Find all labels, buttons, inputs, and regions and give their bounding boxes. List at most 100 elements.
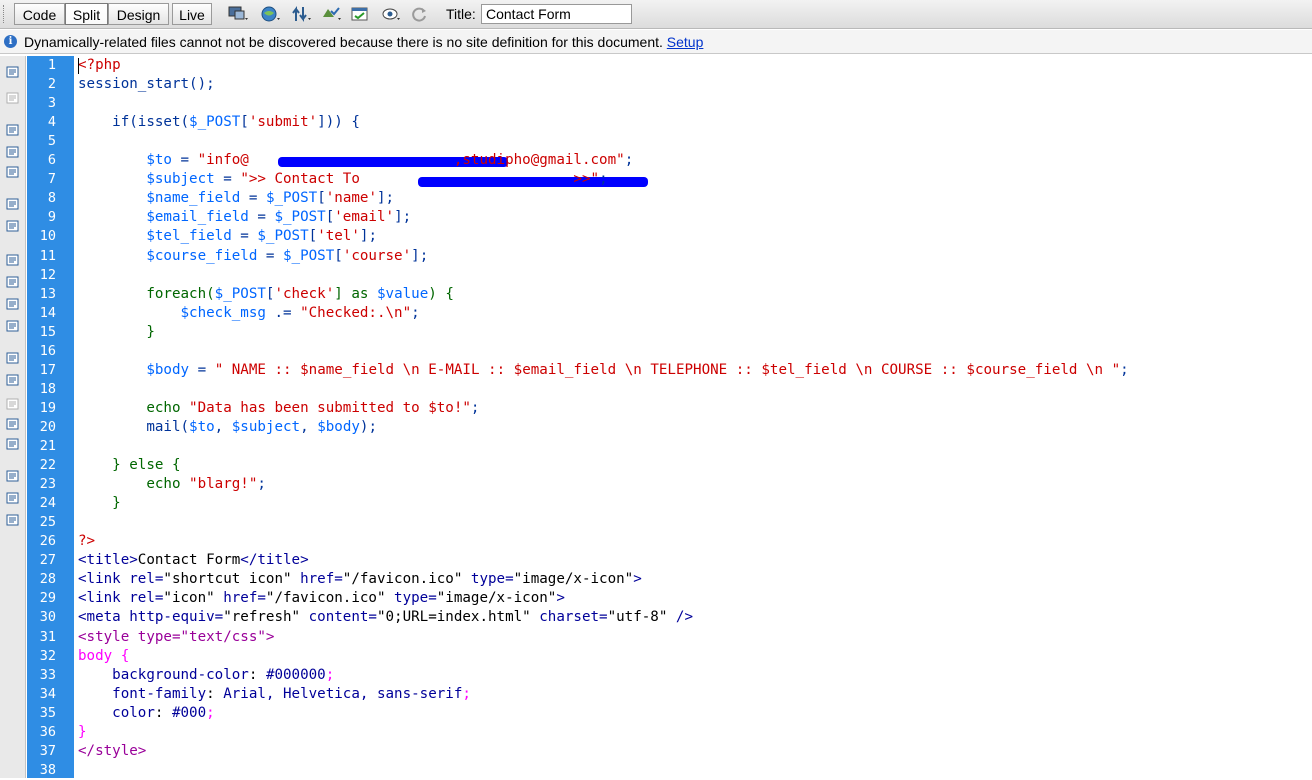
code-line[interactable]: mail($to, $subject, $body); bbox=[78, 418, 377, 437]
code-token: $email_field bbox=[146, 209, 249, 226]
select-parent-tag-icon[interactable] bbox=[5, 196, 21, 212]
code-line[interactable]: $check_msg .= "Checked:.\n"; bbox=[78, 304, 420, 323]
code-line[interactable]: } bbox=[78, 723, 87, 742]
code-line[interactable]: session_start(); bbox=[78, 75, 215, 94]
code-line[interactable]: background-color: #000000; bbox=[78, 666, 334, 685]
highlight-invalid-code-icon[interactable] bbox=[5, 274, 21, 290]
code-line[interactable]: <meta http-equiv="refresh" content="0;UR… bbox=[78, 608, 693, 627]
code-token: <link rel= bbox=[78, 590, 164, 607]
remove-comment-icon[interactable] bbox=[5, 372, 21, 388]
line-number: 23 bbox=[39, 476, 56, 493]
code-line[interactable]: $course_field = $_POST['course']; bbox=[78, 247, 428, 266]
code-token: "Data has been submitted to $to!" bbox=[189, 399, 471, 416]
code-line[interactable]: <link rel="icon" href="/favicon.ico" typ… bbox=[78, 589, 565, 608]
line-number: 31 bbox=[39, 628, 56, 645]
setup-link[interactable]: Setup bbox=[667, 34, 704, 50]
code-line[interactable]: } bbox=[78, 494, 121, 513]
collapse-selection-icon[interactable] bbox=[5, 144, 21, 160]
code-token: > bbox=[265, 628, 275, 645]
code-token: if(isset( bbox=[78, 114, 190, 131]
syntax-coloring-icon[interactable] bbox=[5, 318, 21, 334]
code-line[interactable]: body { bbox=[78, 647, 129, 666]
wrap-tag-icon[interactable] bbox=[5, 396, 21, 412]
code-line[interactable]: if(isset($_POST['submit'])) { bbox=[78, 113, 360, 132]
line-number: 25 bbox=[39, 514, 56, 531]
code-token: body { bbox=[78, 647, 130, 664]
code-line[interactable]: echo "blarg!"; bbox=[78, 475, 266, 494]
line-number: 36 bbox=[39, 723, 56, 740]
line-number: 14 bbox=[39, 304, 56, 321]
apply-comment-icon[interactable] bbox=[5, 350, 21, 366]
line-number: 28 bbox=[39, 571, 56, 588]
outdent-code-icon[interactable] bbox=[5, 490, 21, 506]
code-token: } bbox=[78, 495, 121, 512]
code-token: , bbox=[300, 418, 318, 435]
code-token: $_POST bbox=[274, 209, 326, 226]
format-source-icon[interactable] bbox=[5, 512, 21, 528]
code-line[interactable]: ?> bbox=[78, 532, 95, 551]
code-line[interactable]: color: #000; bbox=[78, 704, 215, 723]
word-wrap-icon[interactable] bbox=[5, 296, 21, 312]
line-number: 15 bbox=[39, 323, 56, 340]
code-line[interactable]: font-family: Arial, Helvetica, sans-seri… bbox=[78, 685, 471, 704]
toolbar-grip[interactable] bbox=[3, 5, 7, 23]
line-number: 6 bbox=[47, 152, 56, 169]
line-number: 27 bbox=[39, 552, 56, 569]
code-token: $name_field bbox=[300, 361, 395, 378]
code-token: "blarg!" bbox=[189, 476, 258, 493]
code-token: ] as bbox=[334, 285, 377, 302]
line-numbers-icon[interactable] bbox=[5, 252, 21, 268]
visual-aids-icon[interactable] bbox=[381, 5, 401, 23]
collapse-full-tag-icon[interactable] bbox=[5, 122, 21, 138]
code-token: href= bbox=[291, 571, 343, 588]
check-browser-compat-icon[interactable] bbox=[351, 5, 371, 23]
code-token: $body bbox=[146, 361, 190, 378]
code-line[interactable]: $body = " NAME :: $name_field \n E-MAIL … bbox=[78, 361, 1128, 380]
line-number: 9 bbox=[47, 209, 56, 226]
line-number: 10 bbox=[39, 228, 56, 245]
preview-browser-icon[interactable] bbox=[261, 5, 281, 23]
code-line[interactable]: } bbox=[78, 323, 155, 342]
split-view-button[interactable]: Split bbox=[65, 3, 108, 25]
code-line[interactable]: <style type="text/css"> bbox=[78, 628, 274, 647]
code-line[interactable]: } else { bbox=[78, 456, 180, 475]
w3c-validation-icon[interactable] bbox=[322, 5, 342, 23]
code-line[interactable]: <link rel="shortcut icon" href="/favicon… bbox=[78, 570, 642, 589]
code-line[interactable]: $name_field = $_POST['name']; bbox=[78, 189, 394, 208]
line-number: 1 bbox=[47, 57, 56, 73]
code-token: type= bbox=[385, 590, 437, 607]
code-line[interactable]: echo "Data has been submitted to $to!"; bbox=[78, 399, 479, 418]
code-line[interactable]: <title>Contact Form</title> bbox=[78, 551, 309, 570]
open-documents-icon[interactable] bbox=[5, 64, 21, 80]
code-token: ; bbox=[257, 476, 266, 493]
code-line[interactable]: foreach($_POST['check'] as $value) { bbox=[78, 285, 454, 304]
code-line[interactable]: </style> bbox=[78, 742, 146, 761]
design-view-button[interactable]: Design bbox=[108, 3, 169, 25]
code-token: \n TELEPHONE :: bbox=[616, 361, 762, 378]
code-view-button[interactable]: Code bbox=[14, 3, 65, 25]
recent-snippets-icon[interactable] bbox=[5, 416, 21, 432]
code-line[interactable]: $to = "info@ ,studipho@gmail.com"; bbox=[78, 151, 633, 170]
code-token: , bbox=[214, 418, 232, 435]
refresh-icon[interactable] bbox=[410, 5, 430, 23]
code-line[interactable]: $subject = ">> Contact To >>"; bbox=[78, 170, 607, 189]
code-line[interactable]: $tel_field = $_POST['tel']; bbox=[78, 227, 377, 246]
code-line[interactable]: <?php bbox=[78, 56, 121, 75]
show-code-navigator-icon[interactable] bbox=[5, 90, 21, 106]
document-title-input[interactable]: Contact Form bbox=[481, 4, 632, 24]
indent-code-icon[interactable] bbox=[5, 468, 21, 484]
file-management-icon[interactable] bbox=[292, 5, 312, 23]
multiscreen-icon[interactable] bbox=[228, 5, 248, 23]
code-editor[interactable]: <?php session_start(); if(isset($_POST['s… bbox=[78, 56, 1312, 778]
live-view-button[interactable]: Live bbox=[172, 3, 212, 25]
move-css-icon[interactable] bbox=[5, 436, 21, 452]
code-token: /> bbox=[667, 609, 694, 626]
code-line[interactable]: $email_field = $_POST['email']; bbox=[78, 208, 411, 227]
expand-all-icon[interactable] bbox=[5, 164, 21, 180]
balance-braces-icon[interactable] bbox=[5, 218, 21, 234]
code-token: #000 bbox=[171, 704, 207, 721]
